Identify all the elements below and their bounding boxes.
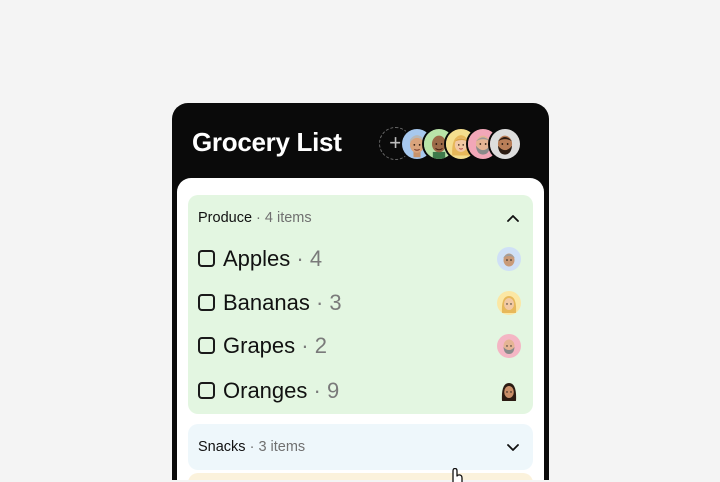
list-item: Grapes · 2 — [198, 329, 523, 363]
list-item: Oranges · 9 — [198, 374, 523, 408]
item-checkbox[interactable] — [198, 294, 215, 311]
item-quantity: · 2 — [295, 333, 327, 358]
item-name: Bananas — [223, 290, 310, 315]
avatar-gray-hair-man-icon — [497, 247, 521, 271]
list-panel: Produce · 4 items Apples · 4 Bananas · 3 — [177, 178, 544, 480]
section-next — [188, 473, 533, 480]
item-checkbox[interactable] — [198, 337, 215, 354]
list-item: Apples · 4 — [198, 242, 523, 276]
item-name: Grapes — [223, 333, 296, 358]
section-name: Snacks — [198, 439, 246, 455]
section-header-produce[interactable]: Produce · 4 items — [198, 195, 312, 241]
section-snacks: Snacks · 3 items — [188, 424, 533, 470]
item-checkbox[interactable] — [198, 382, 215, 399]
grocery-list-card: Grocery List + Produce · 4 items Apples … — [172, 103, 549, 480]
item-quantity: · 3 — [309, 290, 342, 315]
chevron-down-icon[interactable] — [505, 439, 521, 455]
item-checkbox[interactable] — [198, 250, 215, 267]
section-count: · 3 items — [245, 439, 306, 455]
item-name: Oranges — [223, 378, 308, 403]
item-quantity: · 4 — [290, 246, 323, 271]
list-item: Bananas · 3 — [198, 286, 523, 320]
item-name: Apples — [223, 246, 291, 271]
avatar-bearded-man-icon — [497, 334, 521, 358]
section-header-snacks[interactable]: Snacks · 3 items — [198, 424, 305, 470]
item-quantity: · 9 — [307, 378, 340, 403]
avatar-dark-hair-woman-icon — [497, 379, 521, 403]
page-title: Grocery List — [192, 127, 342, 157]
section-name: Produce — [198, 210, 253, 226]
section-count: · 4 items — [252, 210, 312, 226]
chevron-up-icon[interactable] — [505, 210, 521, 226]
avatar-dark-beard-man-icon[interactable] — [488, 127, 522, 161]
section-produce: Produce · 4 items Apples · 4 Bananas · 3 — [188, 195, 533, 414]
avatar-blonde-woman-icon — [497, 291, 521, 315]
